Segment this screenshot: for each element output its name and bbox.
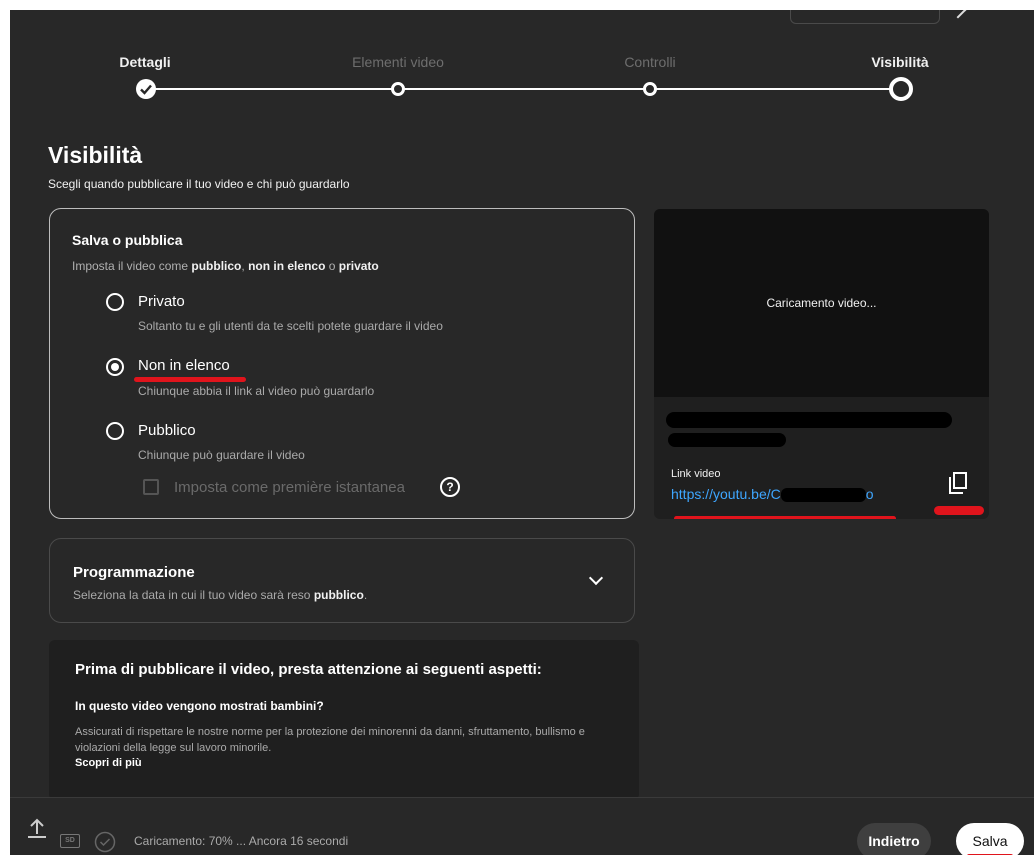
learn-more-link[interactable]: Scopri di più [75,757,142,769]
video-link-label: Link video [671,468,721,480]
video-link-url[interactable]: https://youtu.be/C o [671,486,874,503]
option-non-in-elenco-desc: Chiunque abbia il link al video può guar… [138,384,375,398]
upload-status: Caricamento: 70% ... Ancora 16 secondi [134,834,349,848]
notice-panel: Prima di pubblicare il video, presta att… [49,640,639,800]
save-publish-title: Salva o pubblica [72,232,183,248]
option-non-in-elenco-label[interactable]: Non in elenco [138,357,230,374]
step-connector-1 [146,88,400,90]
video-loading-text: Caricamento video... [766,296,877,310]
step-dettagli-label[interactable]: Dettagli [119,54,170,70]
upload-icon [28,818,46,838]
radio-privato[interactable] [106,293,124,311]
schedule-desc: Seleziona la data in cui il tuo video sa… [73,588,368,602]
redacted-url [780,488,866,503]
save-publish-desc: Imposta il video come pubblico, non in e… [72,259,379,273]
annotation-mark-copy [934,506,984,515]
schedule-title: Programmazione [73,564,195,581]
notice-text: Assicurati di rispettare le nostre norme… [75,726,585,754]
check-circle-icon [94,831,116,853]
footer-bar: SD Caricamento: 70% ... Ancora 16 second… [10,797,1034,855]
step-dettagli-check-icon[interactable] [136,79,156,99]
step-connector-2 [400,88,650,90]
back-button[interactable]: Indietro [857,823,931,855]
annotation-underline-url [674,516,896,519]
step-elementi-video-label[interactable]: Elementi video [352,54,444,70]
step-connector-3 [650,88,900,90]
redacted-title-1 [666,412,952,428]
premiere-checkbox[interactable] [143,479,159,495]
step-visibilita-dot[interactable] [889,77,913,101]
copy-icon[interactable] [946,470,970,496]
redacted-title-2 [668,433,786,447]
option-pubblico-desc: Chiunque può guardare il video [138,448,305,462]
option-privato-label[interactable]: Privato [138,293,185,310]
radio-non-in-elenco[interactable] [106,358,124,376]
save-button[interactable]: Salva [956,823,1024,855]
annotation-underline [134,377,246,382]
stepper: Dettagli Elementi video Controlli Visibi… [10,10,1034,120]
video-preview-panel: Caricamento video... Link video https://… [654,209,989,519]
option-pubblico-label[interactable]: Pubblico [138,422,196,439]
sd-badge-icon: SD [60,834,80,848]
premiere-label: Imposta come première istantanea [174,479,405,496]
step-controlli-dot[interactable] [643,82,657,96]
help-icon[interactable]: ? [440,477,460,497]
notice-title: Prima di pubblicare il video, presta att… [75,661,542,678]
option-privato-desc: Soltanto tu e gli utenti da te scelti po… [138,319,443,333]
step-controlli-label[interactable]: Controlli [624,54,675,70]
schedule-card[interactable]: Programmazione Seleziona la data in cui … [49,538,635,623]
save-publish-card: Salva o pubblica Imposta il video come p… [49,208,635,519]
chevron-down-icon[interactable] [588,570,604,586]
page-subtitle: Scegli quando pubblicare il tuo video e … [48,177,350,191]
step-elementi-video-dot[interactable] [391,82,405,96]
notice-question: In questo video vengono mostrati bambini… [75,699,324,713]
upload-dialog: Dettagli Elementi video Controlli Visibi… [10,10,1034,855]
step-visibilita-label[interactable]: Visibilità [871,54,928,70]
radio-pubblico[interactable] [106,422,124,440]
page-title: Visibilità [48,142,143,168]
